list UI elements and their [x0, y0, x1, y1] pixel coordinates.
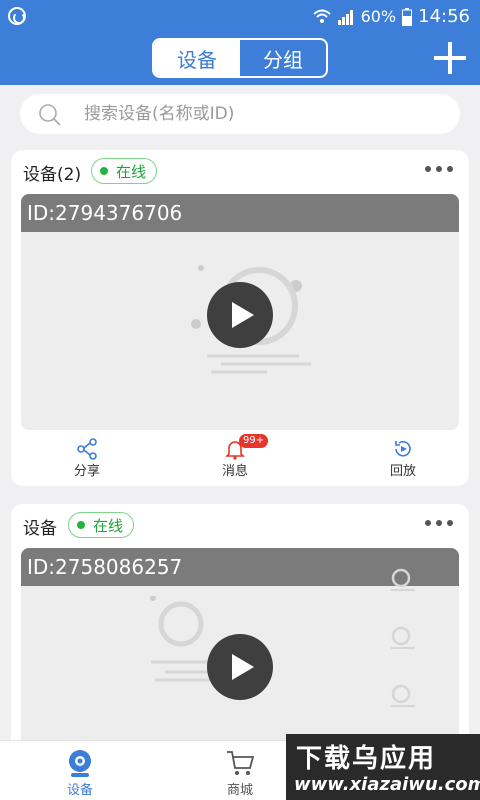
search-bar[interactable]: [20, 94, 460, 134]
device-id: ID:2794376706: [21, 194, 459, 232]
tab-label: 商城: [226, 783, 253, 798]
battery-percent: 60%: [360, 7, 397, 26]
signal-icon: [337, 9, 355, 25]
status-label: 在线: [116, 162, 147, 181]
bottom-tab-shop[interactable]: 商城: [200, 747, 280, 798]
app-notification-icon: [8, 7, 26, 25]
view-switcher: 设备 分组: [152, 38, 328, 78]
tab-label: 设备: [66, 783, 93, 798]
watermark-url: www.xiazaiwu.com: [294, 774, 480, 795]
device-title: 设备(2): [23, 165, 82, 185]
playback-button[interactable]: 回放: [373, 438, 433, 479]
camera-thumb-icon: [391, 568, 415, 707]
plus-icon[interactable]: [434, 42, 466, 74]
message-label: 消息: [221, 464, 248, 479]
unread-badge: 99+: [239, 434, 269, 448]
search-icon: [39, 104, 61, 126]
message-button[interactable]: 99+ 消息: [205, 434, 269, 479]
playback-label: 回放: [389, 464, 416, 479]
watermark-title: 下载乌应用: [296, 744, 437, 774]
status-badge: 在线: [91, 158, 158, 184]
share-label: 分享: [73, 464, 100, 479]
device-card: 设备(2) 在线 ID:2794376706 分享 99+ 消息 回放: [11, 150, 469, 486]
wifi-icon: [312, 9, 331, 25]
status-badge: 在线: [68, 512, 135, 538]
status-bar: 60% 14:56: [0, 0, 480, 32]
more-icon[interactable]: [425, 166, 453, 172]
online-dot-icon: [100, 167, 108, 175]
play-icon[interactable]: [207, 282, 273, 348]
search-input[interactable]: [84, 100, 444, 128]
device-title: 设备: [23, 519, 57, 539]
top-bar: 60% 14:56 设备 分组: [0, 0, 480, 85]
device-icon: [69, 750, 91, 777]
battery-icon: [402, 7, 413, 26]
clock: 14:56: [418, 6, 470, 27]
status-label: 在线: [93, 516, 124, 535]
playback-icon: [395, 440, 411, 457]
tab-group[interactable]: 分组: [240, 40, 326, 76]
play-icon[interactable]: [207, 634, 273, 700]
more-icon[interactable]: [425, 520, 453, 526]
share-icon: [77, 438, 97, 460]
video-preview[interactable]: ID:2794376706: [21, 194, 459, 430]
cart-icon: [227, 751, 255, 775]
share-button[interactable]: 分享: [57, 438, 117, 479]
device-card: 设备 在线 ID:2758086257: [11, 504, 469, 768]
watermark: 下载乌应用 www.xiazaiwu.com: [286, 734, 480, 800]
online-dot-icon: [77, 521, 85, 529]
bottom-tab-device[interactable]: 设备: [40, 747, 120, 798]
tab-device[interactable]: 设备: [154, 40, 240, 76]
device-actions: 分享 99+ 消息 回放: [11, 434, 469, 482]
